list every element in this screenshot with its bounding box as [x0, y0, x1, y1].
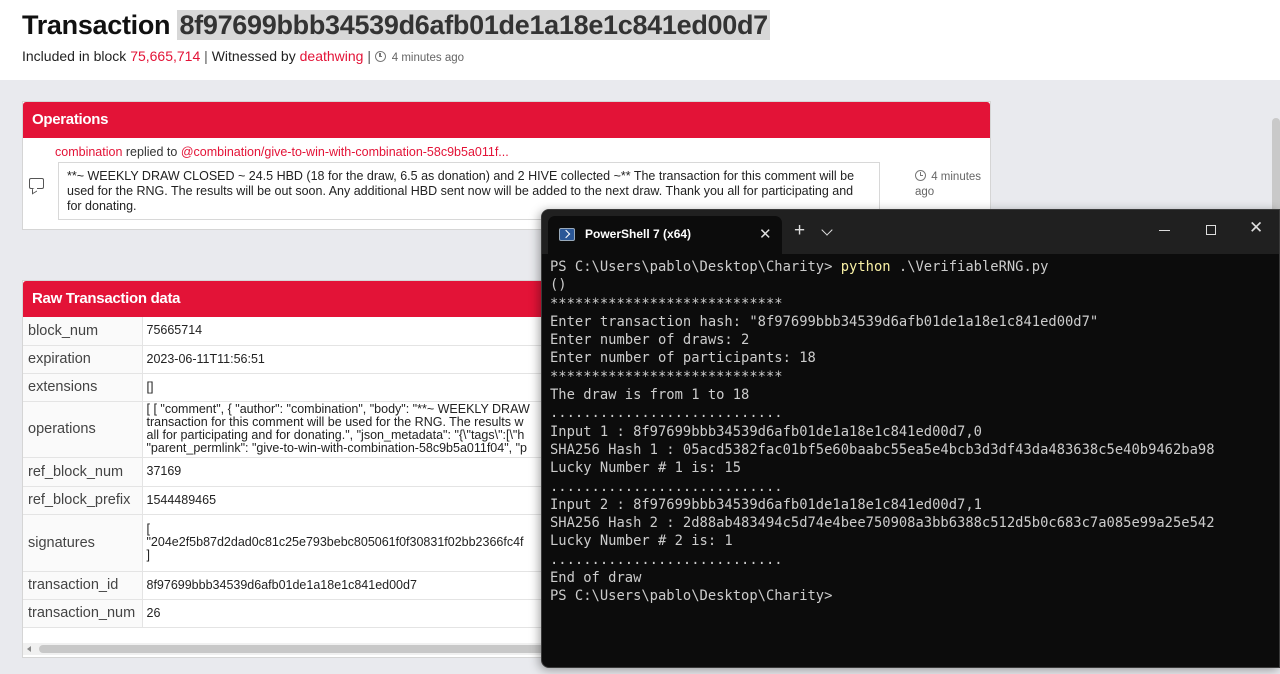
output-line: Enter number of draws: 2: [550, 332, 750, 349]
terminal-titlebar: PowerShell 7 (x64) ✕ + ✕: [542, 210, 1279, 254]
transaction-hash[interactable]: 8f97699bbb34539d6afb01de1a18e1c841ed00d7: [177, 10, 770, 40]
output-line: ............................: [550, 551, 783, 568]
row-key: ref_block_num: [23, 457, 142, 487]
prompt: PS C:\Users\pablo\Desktop\Charity>: [550, 259, 833, 275]
output-line: Input 1 : 8f97699bbb34539d6afb01de1a18e1…: [550, 423, 982, 440]
row-key: ref_block_prefix: [23, 486, 142, 515]
included-label: Included in block: [22, 48, 127, 64]
title-prefix: Transaction: [22, 10, 171, 40]
row-key: transaction_id: [23, 571, 142, 600]
output-line: ****************************: [550, 295, 783, 312]
clock-icon: [374, 51, 386, 62]
output-line: ............................: [550, 478, 783, 495]
chevron-down-icon[interactable]: [821, 224, 833, 236]
scroll-left-icon[interactable]: [27, 646, 31, 652]
command-argument: .\VerifiableRNG.py: [898, 259, 1049, 275]
reply-target-link[interactable]: @combination/give-to-win-with-combinatio…: [181, 145, 509, 159]
row-key: expiration: [23, 345, 142, 374]
operations-header: Operations: [23, 102, 990, 138]
output-line: Enter transaction hash: "8f97699bbb34539…: [550, 313, 1099, 330]
time-ago: 4 minutes ago: [391, 52, 465, 64]
tab-close-icon[interactable]: ✕: [759, 225, 772, 243]
row-key: block_num: [23, 317, 142, 346]
output-line: End of draw: [550, 570, 642, 587]
row-key: signatures: [23, 514, 142, 572]
close-icon[interactable]: ✕: [1249, 218, 1263, 238]
transaction-meta: Included in block 75,665,714 | Witnessed…: [22, 48, 465, 64]
output-line: SHA256 Hash 2 : 2d88ab483494c5d74e4bee75…: [550, 515, 1215, 532]
witnessed-label: Witnessed by: [211, 48, 296, 64]
output-line: Input 2 : 8f97699bbb34539d6afb01de1a18e1…: [550, 496, 982, 513]
operation-summary: combination replied to @combination/give…: [55, 145, 509, 159]
operation-action: replied to: [125, 145, 178, 159]
maximize-icon[interactable]: [1206, 225, 1216, 235]
page-header: Transaction 8f97699bbb34539d6afb01de1a18…: [22, 8, 770, 64]
block-number-link[interactable]: 75,665,714: [130, 48, 200, 64]
clock-icon: [915, 170, 926, 181]
page-title: Transaction 8f97699bbb34539d6afb01de1a18…: [22, 8, 770, 42]
comment-icon: [29, 178, 44, 189]
powershell-window: PowerShell 7 (x64) ✕ + ✕ PS C:\Users\pab…: [541, 209, 1280, 668]
command: python: [840, 259, 891, 275]
output-line: The draw is from 1 to 18: [550, 387, 750, 404]
output-line: SHA256 Hash 1 : 05acd5382fac01bf5e60baab…: [550, 441, 1215, 458]
terminal-output[interactable]: PS C:\Users\pablo\Desktop\Charity> pytho…: [550, 258, 1275, 606]
output-line: (): [550, 277, 567, 294]
new-tab-icon[interactable]: +: [794, 220, 805, 242]
terminal-tab[interactable]: PowerShell 7 (x64) ✕: [548, 216, 782, 254]
output-line: Lucky Number # 2 is: 1: [550, 533, 733, 550]
output-line: Enter number of participants: 18: [550, 350, 816, 367]
powershell-icon: [559, 228, 575, 241]
output-line: ............................: [550, 405, 783, 422]
output-line: Lucky Number # 1 is: 15: [550, 460, 742, 477]
witness-link[interactable]: deathwing: [300, 48, 364, 64]
output-line: ****************************: [550, 368, 783, 385]
minimize-icon[interactable]: [1159, 230, 1170, 232]
command-line: PS C:\Users\pablo\Desktop\Charity> pytho…: [550, 258, 1275, 276]
operation-time: 4 minutes ago: [915, 170, 987, 200]
row-key: transaction_num: [23, 599, 142, 628]
row-key: operations: [23, 401, 142, 458]
tab-title: PowerShell 7 (x64): [585, 227, 692, 241]
row-key: extensions: [23, 373, 142, 402]
author-link[interactable]: combination: [55, 145, 122, 159]
final-prompt: PS C:\Users\pablo\Desktop\Charity>: [550, 588, 833, 605]
